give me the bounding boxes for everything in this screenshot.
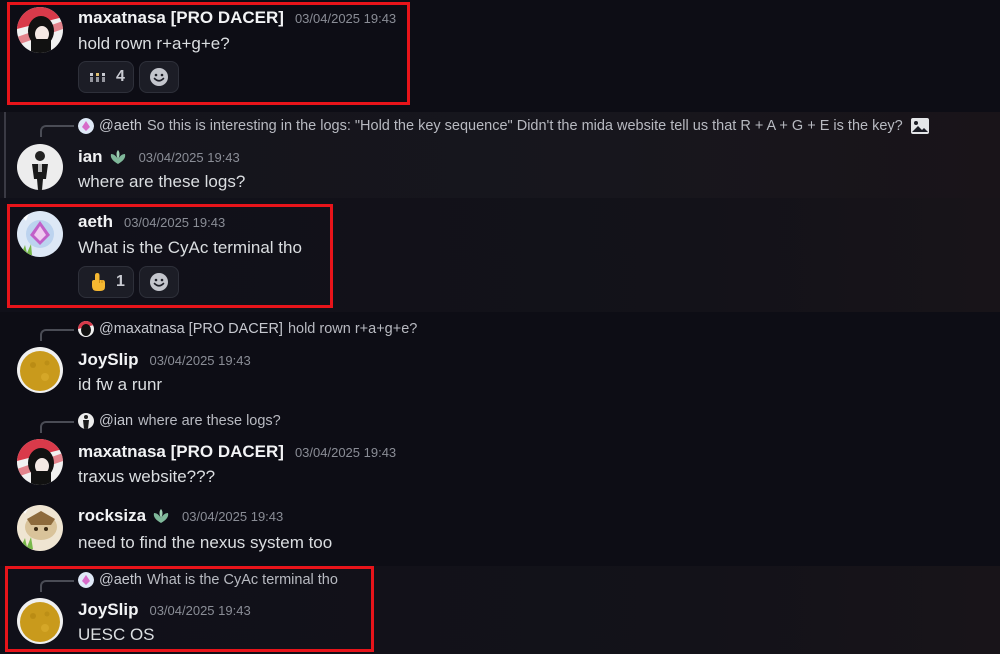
image-icon — [910, 118, 929, 134]
reply-preview[interactable]: @aeth What is the CyAc terminal tho — [78, 572, 338, 588]
username[interactable]: maxatnasa [PRO DACER] — [78, 8, 284, 28]
reply-username[interactable]: @maxatnasa [PRO DACER] — [99, 321, 283, 337]
message-maxatnasa-1: maxatnasa [PRO DACER] 03/04/2025 19:43 h… — [0, 0, 1000, 104]
username[interactable]: ian — [78, 147, 103, 167]
role-flower-icon — [151, 507, 171, 525]
reactions: 4 — [78, 61, 179, 93]
message-list: maxatnasa [PRO DACER] 03/04/2025 19:43 h… — [0, 0, 1000, 654]
timestamp: 03/04/2025 19:43 — [294, 444, 397, 460]
message-content: traxus website??? — [78, 467, 216, 486]
message-rocksiza: rocksiza 03/04/2025 19:43 need to find t… — [0, 500, 1000, 566]
message-content: What is the CyAc terminal tho — [78, 238, 302, 257]
message-content: need to find the nexus system too — [78, 533, 333, 552]
timestamp: 03/04/2025 19:43 — [149, 602, 251, 618]
avatar-joyslip[interactable] — [17, 598, 63, 644]
timestamp: 03/04/2025 19:43 — [138, 149, 240, 165]
avatar-maxatnasa[interactable] — [17, 439, 63, 485]
reply-avatar-aeth — [78, 572, 94, 588]
avatar-joyslip[interactable] — [17, 347, 63, 393]
avatar-maxatnasa[interactable] — [17, 7, 63, 53]
reply-connector — [40, 329, 74, 341]
message-joyslip-1: @maxatnasa [PRO DACER] hold rown r+a+g+e… — [0, 316, 1000, 408]
message-aeth: aeth 03/04/2025 19:43 What is the CyAc t… — [0, 198, 1000, 312]
reply-text: What is the CyAc terminal tho — [146, 572, 338, 588]
timestamp: 03/04/2025 19:43 — [294, 10, 397, 26]
message-content: where are these logs? — [78, 172, 246, 191]
reply-preview[interactable]: @aeth So this is interesting in the logs… — [78, 117, 930, 135]
reply-username[interactable]: @aeth — [99, 118, 142, 134]
reaction-button[interactable]: 1 — [78, 266, 134, 298]
timestamp: 03/04/2025 19:43 — [149, 352, 251, 368]
avatar-ian[interactable] — [17, 144, 63, 190]
role-flower-icon — [108, 148, 128, 166]
avatar-rocksiza[interactable] — [17, 505, 63, 551]
reaction-count: 4 — [116, 68, 125, 85]
avatar-aeth[interactable] — [17, 211, 63, 257]
message-joyslip-2: @aeth What is the CyAc terminal tho JoyS… — [0, 566, 1000, 654]
message-maxatnasa-2: @ian where are these logs? maxatnasa [PR… — [0, 408, 1000, 500]
reactions: 1 — [78, 266, 179, 298]
smiley-icon — [149, 273, 168, 291]
smiley-icon — [149, 68, 168, 86]
username[interactable]: maxatnasa [PRO DACER] — [78, 442, 284, 462]
reply-text: hold rown r+a+g+e? — [287, 321, 418, 337]
pointing-up-emoji-icon — [87, 271, 109, 293]
message-ian: @aeth So this is interesting in the logs… — [0, 112, 1000, 198]
reply-avatar-maxatnasa — [78, 321, 94, 337]
reply-connector — [40, 421, 74, 433]
timestamp: 03/04/2025 19:43 — [182, 508, 284, 524]
reply-preview[interactable]: @maxatnasa [PRO DACER] hold rown r+a+g+e… — [78, 321, 417, 337]
reply-text: So this is interesting in the logs: "Hol… — [146, 118, 903, 134]
reply-username[interactable]: @aeth — [99, 572, 142, 588]
reply-username[interactable]: @ian — [99, 413, 133, 429]
username[interactable]: JoySlip — [78, 600, 138, 620]
reply-avatar-ian — [78, 413, 94, 429]
reaction-count: 1 — [116, 273, 125, 290]
timestamp: 03/04/2025 19:43 — [123, 214, 226, 230]
sparkle-eyes-emoji-icon — [87, 66, 109, 88]
reply-connector — [40, 125, 74, 137]
add-reaction-button[interactable] — [138, 266, 179, 298]
reply-connector — [40, 580, 74, 592]
reaction-button[interactable]: 4 — [78, 61, 134, 93]
reply-preview[interactable]: @ian where are these logs? — [78, 413, 281, 429]
reply-avatar-aeth — [78, 118, 94, 134]
username[interactable]: rocksiza — [78, 506, 146, 526]
add-reaction-button[interactable] — [138, 61, 179, 93]
reply-text: where are these logs? — [138, 413, 281, 429]
username[interactable]: JoySlip — [78, 350, 138, 370]
reply-guide — [4, 112, 6, 198]
message-content: hold rown r+a+g+e? — [78, 34, 230, 53]
username[interactable]: aeth — [78, 212, 113, 232]
message-content: id fw a runr — [78, 375, 163, 394]
message-content: UESC OS — [78, 625, 155, 644]
